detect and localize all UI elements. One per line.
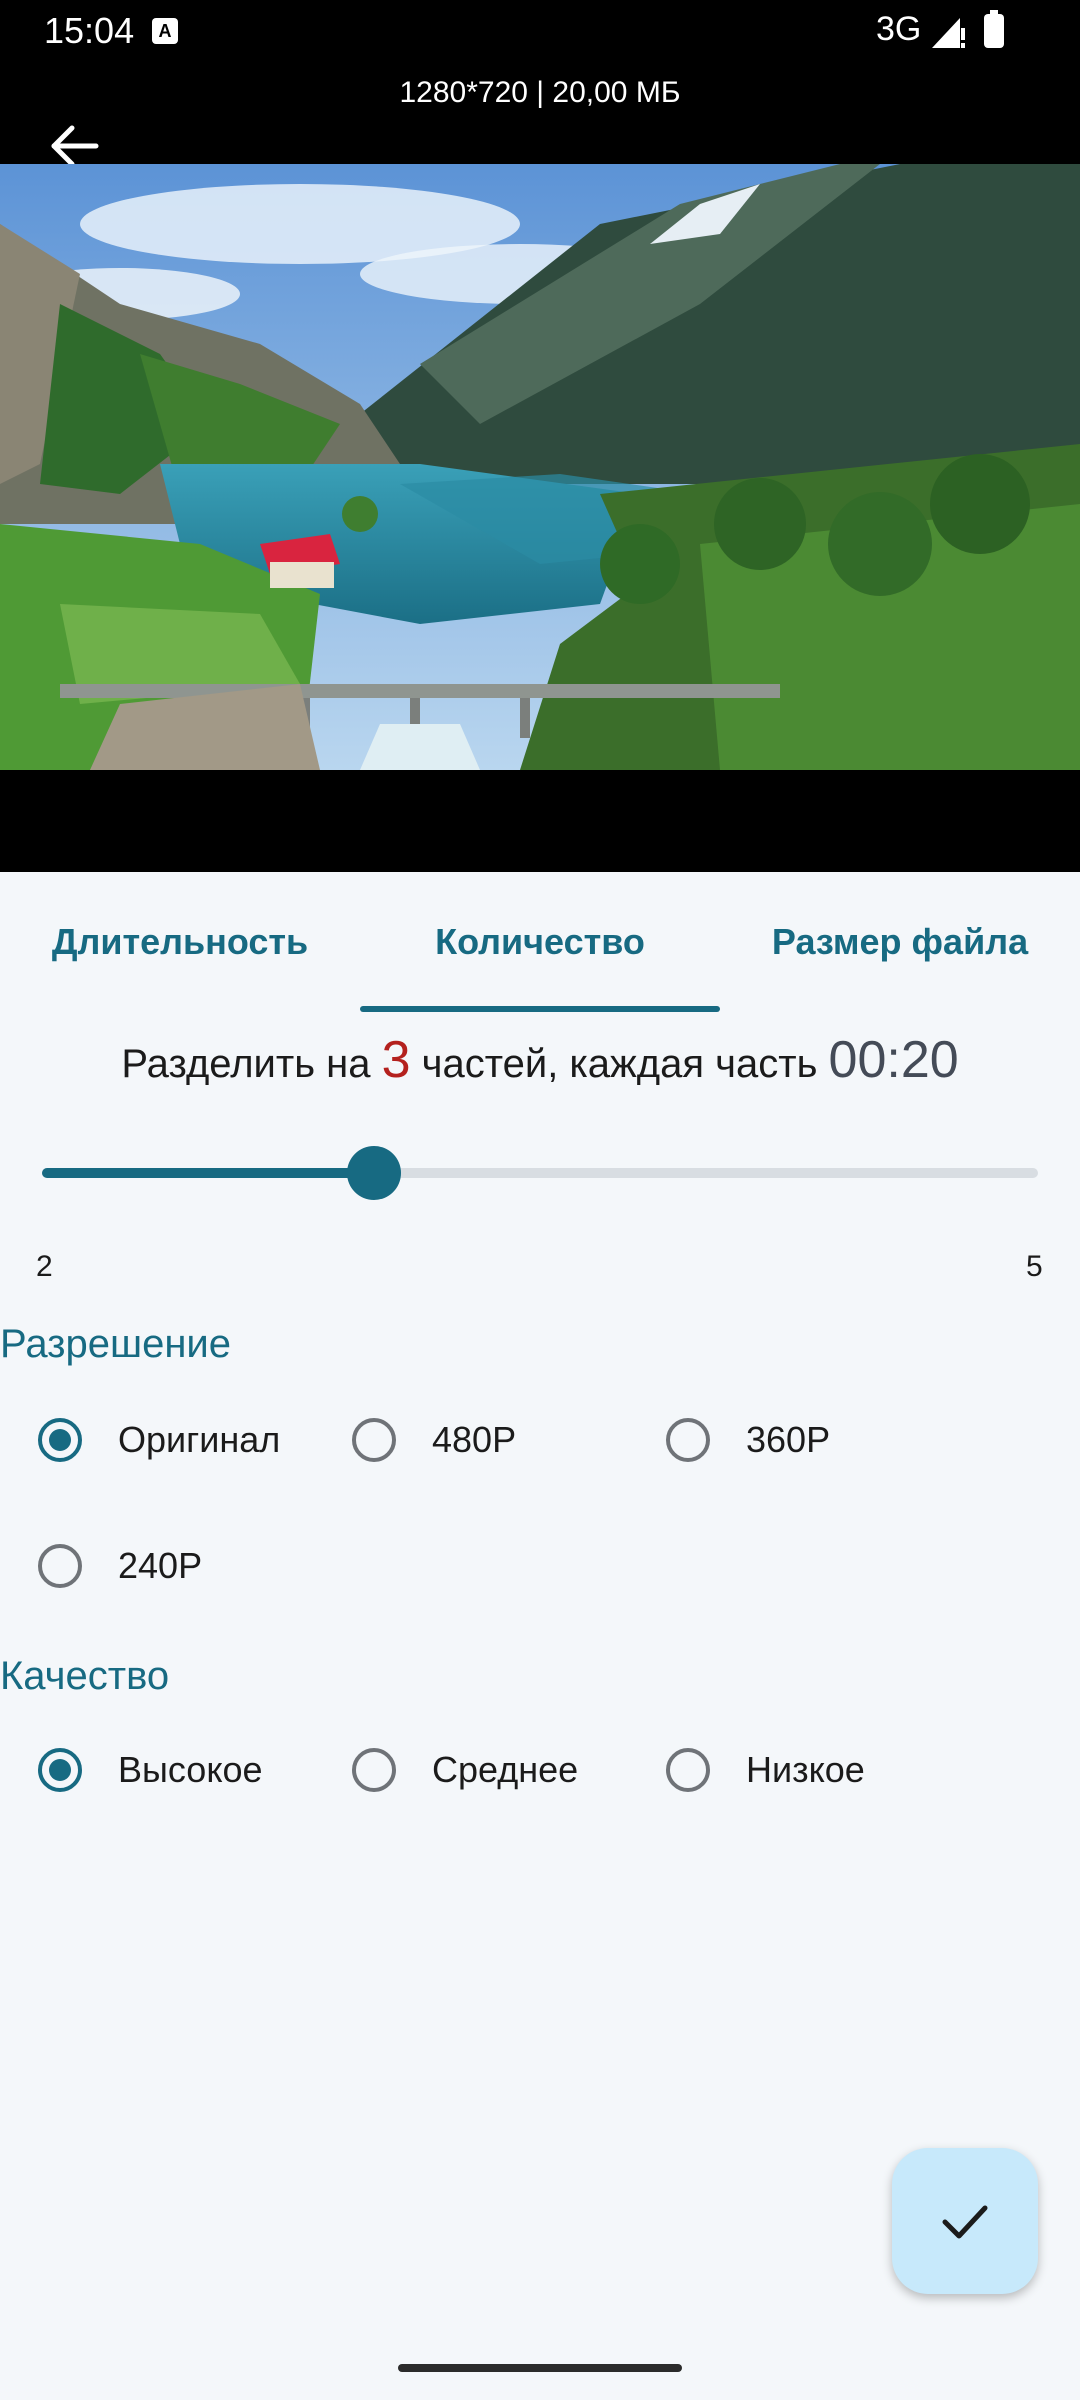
resolution-option-480p[interactable]: 480P xyxy=(352,1410,516,1470)
quality-option-label: Низкое xyxy=(746,1749,865,1790)
confirm-button[interactable] xyxy=(892,2148,1038,2294)
slider-fill xyxy=(42,1168,374,1178)
tab-bar: Длительность Количество Размер файла xyxy=(0,872,1080,1012)
video-info: 1280*720 | 20,00 МБ xyxy=(399,76,681,109)
radio-icon[interactable] xyxy=(38,1418,82,1462)
resolution-option-360p[interactable]: 360P xyxy=(666,1410,830,1470)
radio-icon[interactable] xyxy=(666,1748,710,1792)
quality-option-high[interactable]: Высокое xyxy=(38,1740,263,1800)
radio-icon[interactable] xyxy=(38,1748,82,1792)
notification-icon: A xyxy=(152,18,178,44)
quality-title: Качество xyxy=(0,1654,170,1698)
split-middle: частей, каждая часть xyxy=(410,1042,829,1086)
resolution-option-original[interactable]: Оригинал xyxy=(38,1410,280,1470)
resolution-option-label: 240P xyxy=(118,1545,203,1586)
slider-min-label: 2 xyxy=(36,1250,53,1283)
network-type: 3G xyxy=(876,10,922,48)
radio-icon[interactable] xyxy=(352,1418,396,1462)
split-parts-count: 3 xyxy=(381,1031,411,1089)
split-description: Разделить на 3 частей, каждая часть 00:2… xyxy=(0,1030,1080,1090)
resolution-option-label: Оригинал xyxy=(118,1419,281,1460)
tab-duration[interactable]: Длительность xyxy=(0,872,360,1012)
tab-count[interactable]: Количество xyxy=(360,872,720,1012)
quality-option-label: Высокое xyxy=(118,1749,263,1790)
resolution-option-label: 360P xyxy=(746,1419,831,1460)
radio-icon[interactable] xyxy=(666,1418,710,1462)
signal-icon xyxy=(932,18,965,48)
status-bar: 15:04 A 3G xyxy=(0,0,1080,62)
active-tab-indicator xyxy=(360,1006,720,1012)
status-time: 15:04 xyxy=(44,10,135,51)
split-part-duration: 00:20 xyxy=(828,1031,959,1089)
checkmark-icon xyxy=(942,2205,988,2239)
quality-option-medium[interactable]: Среднее xyxy=(352,1740,578,1800)
resolution-option-label: 480P xyxy=(432,1419,517,1460)
quality-option-low[interactable]: Низкое xyxy=(666,1740,865,1800)
home-indicator xyxy=(398,2364,682,2372)
resolution-option-240p[interactable]: 240P xyxy=(38,1536,202,1596)
slider-thumb[interactable] xyxy=(347,1146,401,1200)
radio-icon[interactable] xyxy=(38,1544,82,1588)
split-prefix: Разделить на xyxy=(121,1042,382,1086)
tab-file-size[interactable]: Размер файла xyxy=(720,872,1080,1012)
battery-icon xyxy=(984,10,1004,48)
video-preview[interactable] xyxy=(0,164,1080,770)
radio-icon[interactable] xyxy=(352,1748,396,1792)
resolution-title: Разрешение xyxy=(0,1322,231,1366)
slider-max-label: 5 xyxy=(1026,1250,1043,1283)
parts-slider[interactable] xyxy=(42,1146,1038,1200)
quality-option-label: Среднее xyxy=(432,1749,579,1790)
